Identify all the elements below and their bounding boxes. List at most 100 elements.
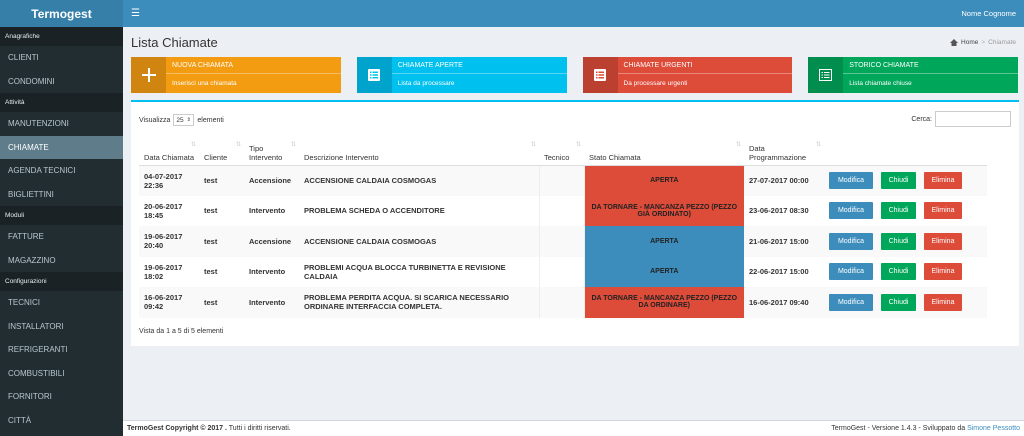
info-box-storico-chiamate[interactable]: STORICO CHIAMATE Lista chiamate chiuse [808,57,1018,93]
sidebar-item-citta[interactable]: CITTÀ [0,409,123,433]
cell-descrizione: PROBLEMA PERDITA ACQUA. SI SCARICA NECES… [299,287,539,318]
footer-version: TermoGest - Versione 1.4.3 - Sviluppato … [831,425,966,432]
cell-cliente: test [204,206,218,216]
edit-button[interactable]: Modifica [829,293,873,311]
search-input[interactable] [935,111,1011,127]
footer: TermoGest Copyright © 2017 . Tutti i dir… [123,420,1024,436]
sort-icon: ⇅ [815,142,821,148]
info-box-text: STORICO CHIAMATE Lista chiamate chiuse [843,57,1018,93]
edit-button[interactable]: Modifica [829,202,873,220]
cell-descrizione: PROBLEMA SCHEDA O ACCENDITORE [304,206,445,216]
close-call-button[interactable]: Chiudi [881,263,916,281]
cell-data-programmazione: 23-06-2017 08:30 [749,206,809,216]
delete-button[interactable]: Elimina [924,293,962,311]
sidebar-item-manutenzioni[interactable]: MANUTENZIONI [0,112,123,136]
sort-icon: ⇅ [530,142,536,148]
dashboard-icon [950,39,959,46]
delete-button[interactable]: Elimina [924,232,962,250]
close-call-button[interactable]: Chiudi [881,202,916,220]
cell-tecnico [538,195,585,226]
cell-tecnico [538,256,585,287]
sidebar-item-chiamate[interactable]: CHIAMATE [0,135,123,159]
delete-button[interactable]: Elimina [924,202,962,220]
info-box-chiamate-aperte[interactable]: CHIAMATE APERTE Lista da processare [356,57,567,93]
column-label: Tipo Intervento [249,143,283,162]
cell-descrizione: PROBLEMI ACQUA BLOCCA TURBINETTA E REVIS… [304,262,506,281]
sidebar-item-agenda-tecnici[interactable]: AGENDA TECNICI [0,159,123,183]
user-menu[interactable]: Nome Cognome [961,9,1016,18]
cell-descrizione: ACCENSIONE CALDAIA COSMOGAS [299,226,539,257]
sidebar: Termogest Anagrafiche CLIENTI CONDOMINI Att… [0,0,123,436]
sidebar-item-bigliettini[interactable]: BIGLIETTINI [0,183,123,207]
info-box-subtitle: Da processare urgenti [623,80,688,87]
close-call-button[interactable]: Chiudi [881,232,916,250]
sidebar-item-clienti[interactable]: CLIENTI [0,46,123,70]
column-header-data-chiamata[interactable]: Data Chiamata ⇅ [139,139,199,166]
column-header-descrizione-intervento[interactable]: Descrizione Intervento ⇅ [299,139,539,166]
sidebar-item-installatori[interactable]: INSTALLATORI [0,315,123,339]
sort-icon: ⇅ [290,142,296,148]
cell-cliente: test [199,226,244,257]
table-row: 19-06-2017 20:40 test Accensione ACCENSIONE… [139,226,987,257]
info-boxes: NUOVA CHIAMATA Inserisci una chiamata CHIA… [131,57,1018,93]
main-content: Lista Chiamate Home > Chiamate NUOVA CHI… [123,27,1024,420]
sidebar-section-attivita: Attività [0,93,123,112]
column-label: Stato Chiamata [589,152,641,162]
select-arrow-icon: ⇕ [186,117,191,123]
table-info: Vista da 1 a 5 di 5 elementi [139,328,224,335]
breadcrumb-home[interactable]: Home [961,39,978,46]
cell-descrizione: ACCENSIONE CALDAIA COSMOGAS [299,165,539,196]
column-header-data-programmazione[interactable]: Data Programmazione ⇅ [744,139,824,166]
table-row: 04-07-2017 22:36 test Accensione ACCENSIONE… [139,165,987,196]
info-box-nuova-chiamata[interactable]: NUOVA CHIAMATA Inserisci una chiamata [131,57,341,93]
column-header-cliente[interactable]: Cliente ⇅ [199,139,244,166]
delete-button[interactable]: Elimina [924,263,962,281]
sort-icon: ⇅ [575,142,581,148]
close-call-button[interactable]: Chiudi [881,293,916,311]
page-length-control: Visualizza 25 ⇕ elementi [139,114,224,126]
sidebar-item-magazzino[interactable]: MAGAZZINO [0,249,123,273]
author-link[interactable]: Simone Pessotto [967,425,1020,432]
cell-data-programmazione: 16-06-2017 09:40 [744,287,824,318]
sidebar-item-refrigeranti[interactable]: REFRIGERANTI [0,338,123,362]
sidebar-item-combustibili[interactable]: COMBUSTIBILI [0,362,123,386]
column-label: Data Chiamata [144,152,195,162]
edit-button[interactable]: Modifica [829,172,873,189]
cell-data-programmazione: 22-06-2017 15:00 [749,267,809,277]
table-row: 20-06-2017 18:45 test Intervento PROBLEMA S… [139,195,987,226]
menu-toggle-icon[interactable]: ☰ [131,8,140,19]
sidebar-item-tecnici[interactable]: TECNICI [0,291,123,315]
info-box-chiamate-urgenti[interactable]: CHIAMATE URGENTI Da processare urgenti [582,57,793,93]
column-header-stato-chiamata[interactable]: Stato Chiamata ⇅ [584,139,744,166]
app-logo[interactable]: Termogest [0,0,123,27]
list-icon [582,57,618,93]
cell-tecnico [538,165,585,196]
info-box-title: CHIAMATE APERTE [391,57,567,74]
info-box-text: NUOVA CHIAMATA Inserisci una chiamata [166,57,341,93]
page-length-select[interactable]: 25 ⇕ [173,114,195,126]
column-header-tecnico[interactable]: Tecnico ⇅ [539,139,584,166]
sidebar-section-moduli: Moduli [0,206,123,225]
sidebar-item-fatture[interactable]: FATTURE [0,225,123,249]
status-badge: APERTA [584,165,744,196]
breadcrumb-separator: > [981,39,986,46]
info-box-title: CHIAMATE URGENTI [617,57,793,74]
cell-tecnico [538,226,585,257]
edit-button[interactable]: Modifica [829,263,873,281]
close-call-button[interactable]: Chiudi [881,172,916,189]
page-length-prefix: Visualizza [139,116,171,124]
status-badge: DA TORNARE - MANCANZA PEZZO (PEZZO DA OR… [584,287,744,318]
footer-right: TermoGest - Versione 1.4.3 - Sviluppato … [831,425,1020,432]
search-control: Cerca: [911,111,1011,127]
plus-icon [131,57,166,93]
sidebar-item-condomini[interactable]: CONDOMINI [0,70,123,94]
status-badge: DA TORNARE - MANCANZA PEZZO (PEZZO GIÀ O… [584,195,744,226]
edit-button[interactable]: Modifica [829,232,873,250]
delete-button[interactable]: Elimina [924,172,962,189]
top-navbar: ☰ Nome Cognome [123,0,1024,27]
sidebar-item-fornitori[interactable]: FORNITORI [0,385,123,409]
column-header-tipo-intervento[interactable]: Tipo Intervento ⇅ [244,139,299,166]
sort-icon: ⇅ [190,142,196,148]
status-badge: APERTA [584,256,744,287]
page-title: Lista Chiamate [131,35,218,50]
